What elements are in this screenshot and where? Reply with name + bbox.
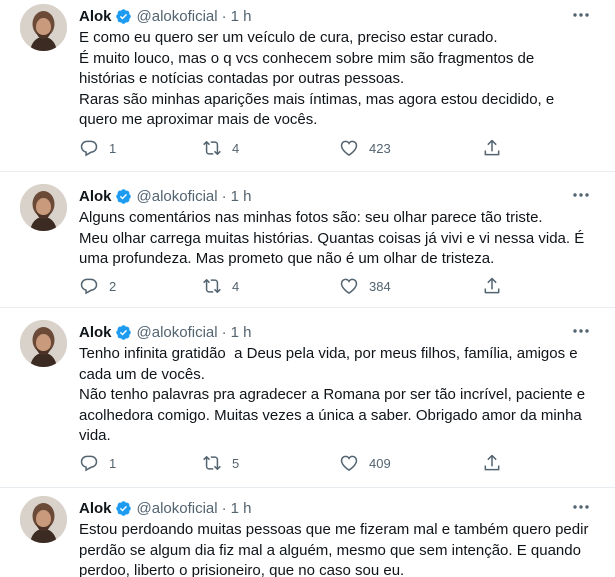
more-icon[interactable] (571, 6, 591, 24)
author-name[interactable]: Alok (79, 8, 112, 25)
share-button[interactable] (482, 452, 502, 474)
timestamp[interactable]: 1 h (231, 324, 252, 341)
reply-icon (80, 140, 98, 157)
author-name[interactable]: Alok (79, 324, 112, 341)
retweet-icon (203, 141, 221, 155)
timestamp[interactable]: 1 h (231, 500, 252, 517)
verified-badge-icon (115, 324, 132, 341)
tweet-actions: 1 5 409 (79, 452, 509, 474)
tweet-text-line: Raras são minhas aparições mais íntimas,… (79, 90, 555, 108)
tweet-text-line: cada um de vocês. (79, 365, 205, 383)
tweet-text-line: uma profundeza. Mas prometo que não é um… (79, 250, 495, 267)
retweet-count: 5 (232, 455, 240, 471)
tweet-text-line: perdoo, liberto o prisioneiro, que no ca… (79, 562, 405, 577)
separator-dot: · (221, 499, 227, 517)
verified-badge-icon (115, 500, 132, 517)
reply-button[interactable]: 1 (79, 137, 116, 159)
like-button[interactable]: 423 (339, 137, 391, 159)
share-button[interactable] (482, 275, 502, 297)
separator-dot: · (221, 7, 227, 25)
verified-badge-icon (115, 8, 132, 25)
retweet-button[interactable]: 4 (202, 275, 239, 297)
like-count: 423 (369, 140, 391, 156)
tweet[interactable]: Alok @alokoficial · 1 h Tenho infinita g… (0, 316, 615, 488)
timestamp[interactable]: 1 h (231, 188, 252, 205)
author-handle[interactable]: @alokoficial (137, 500, 218, 517)
more-icon[interactable] (571, 186, 591, 204)
share-icon (484, 454, 500, 471)
like-count: 384 (369, 278, 391, 294)
reply-count: 1 (109, 455, 117, 471)
author-name[interactable]: Alok (79, 500, 112, 517)
tweet-text: E como eu quero ser um veículo de cura, … (79, 28, 594, 131)
reply-icon (80, 455, 98, 472)
retweet-count: 4 (232, 278, 240, 294)
tweet-feed: Alok @alokoficial · 1 h E como eu quero … (0, 0, 615, 577)
author-handle[interactable]: @alokoficial (137, 8, 218, 25)
tweet-text-line: Alguns comentários nas minhas fotos são:… (79, 209, 543, 226)
tweet-text-line: Meu olhar carrega muitas histórias. Quan… (79, 229, 585, 247)
author-name[interactable]: Alok (79, 188, 112, 205)
like-icon (340, 140, 358, 156)
timestamp[interactable]: 1 h (231, 8, 252, 25)
reply-button[interactable]: 2 (79, 275, 116, 297)
verified-badge-icon (115, 188, 132, 205)
tweet-text-line: Tenho infinita gratidão a Deus pela vida… (79, 345, 578, 362)
like-icon (340, 455, 358, 471)
tweet-header: Alok @alokoficial · 1 h (79, 322, 251, 342)
retweet-icon (203, 279, 221, 293)
tweet-text-line: vida. (79, 427, 111, 444)
tweet-text-line: Estou perdoando muitas pessoas que me fi… (79, 521, 589, 538)
tweet-text-line: Não tenho palavras pra agradecer a Roman… (79, 386, 586, 403)
tweet[interactable]: Alok @alokoficial · 1 h Alguns comentári… (0, 180, 615, 308)
more-icon[interactable] (571, 498, 591, 516)
author-handle[interactable]: @alokoficial (137, 188, 218, 205)
tweet-text-line: perdão se algum dia fiz mal a alguém, me… (79, 541, 581, 559)
reply-count: 2 (109, 278, 117, 294)
like-button[interactable]: 384 (339, 275, 391, 297)
reply-count: 1 (109, 140, 117, 156)
more-icon[interactable] (571, 322, 591, 340)
separator-dot: · (221, 187, 227, 205)
tweet-text-line: E como eu quero ser um veículo de cura, … (79, 29, 498, 46)
tweet-text-line: É muito louco, mas o q vcs conhecem sobr… (79, 49, 535, 67)
retweet-button[interactable]: 5 (202, 452, 239, 474)
like-count: 409 (369, 455, 391, 471)
separator-dot: · (221, 323, 227, 341)
tweet-header: Alok @alokoficial · 1 h (79, 6, 251, 26)
tweet[interactable]: Alok @alokoficial · 1 h Estou perdoando … (0, 492, 615, 577)
share-icon (484, 139, 500, 156)
tweet-text: Tenho infinita gratidão a Deus pela vida… (79, 344, 594, 447)
author-handle[interactable]: @alokoficial (137, 324, 218, 341)
tweet-text-line: acolhedora comigo. Muitas vezes a única … (79, 406, 582, 424)
avatar[interactable] (20, 4, 67, 51)
tweet-text: Alguns comentários nas minhas fotos são:… (79, 208, 594, 270)
retweet-count: 4 (232, 140, 240, 156)
share-button[interactable] (482, 137, 502, 159)
reply-icon (80, 278, 98, 295)
tweet-actions: 2 4 384 (79, 275, 509, 297)
retweet-button[interactable]: 4 (202, 137, 239, 159)
like-icon (340, 278, 358, 294)
avatar[interactable] (20, 184, 67, 231)
tweet-text-line: quero me aproximar mais de vocês. (79, 111, 318, 128)
tweet-header: Alok @alokoficial · 1 h (79, 186, 251, 206)
like-button[interactable]: 409 (339, 452, 391, 474)
retweet-icon (203, 456, 221, 470)
avatar[interactable] (20, 320, 67, 367)
tweet-text: Estou perdoando muitas pessoas que me fi… (79, 520, 594, 577)
reply-button[interactable]: 1 (79, 452, 116, 474)
tweet-header: Alok @alokoficial · 1 h (79, 498, 251, 518)
tweet-actions: 1 4 423 (79, 137, 509, 159)
avatar[interactable] (20, 496, 67, 543)
share-icon (484, 277, 500, 294)
tweet-text-line: histórias e notícias contadas por outras… (79, 70, 405, 87)
tweet[interactable]: Alok @alokoficial · 1 h E como eu quero … (0, 0, 615, 172)
